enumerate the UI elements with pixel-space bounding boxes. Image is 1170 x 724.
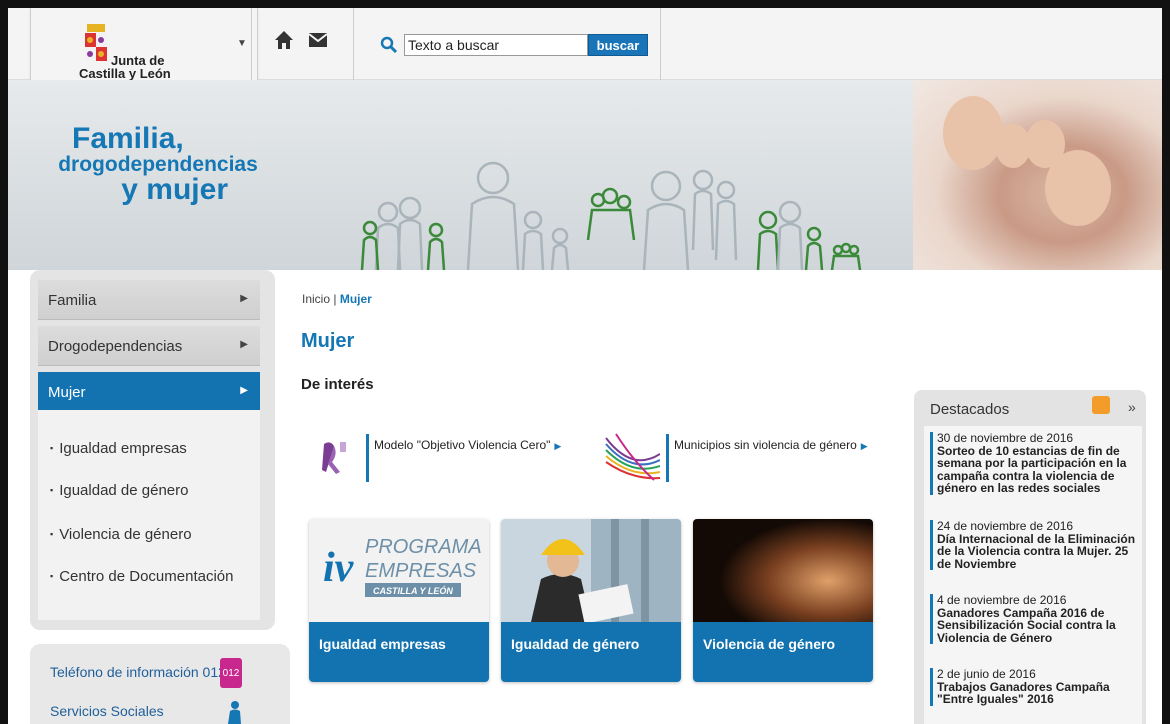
- news-item[interactable]: 4 de noviembre de 2016 Ganadores Campaña…: [930, 594, 1136, 644]
- people-icon[interactable]: [224, 700, 242, 724]
- rss-icon[interactable]: [1092, 396, 1110, 414]
- chevron-right-icon: ▶: [860, 441, 868, 451]
- interest-link-text: Municipios sin violencia de género: [674, 438, 857, 452]
- programa-empresas-image: PROGRAMA EMPRESAS iv CASTILLA Y LEÓN: [309, 519, 489, 622]
- woman-face-photo: [693, 519, 873, 622]
- chevron-right-icon: ▶: [240, 293, 248, 304]
- top-bar: Junta de Castilla y León ▼ buscar: [8, 8, 1162, 104]
- photo-face: [943, 96, 1003, 170]
- news-date: 4 de noviembre de 2016: [937, 593, 1067, 607]
- news-date: 2 de junio de 2016: [937, 667, 1036, 681]
- search-button[interactable]: buscar: [588, 34, 648, 56]
- news-item[interactable]: 30 de noviembre de 2016 Sorteo de 10 est…: [930, 432, 1136, 495]
- destacados-panel: Destacados » 30 de noviembre de 2016 Sor…: [914, 390, 1146, 724]
- ribbon-logo-icon: [322, 442, 346, 474]
- search-input[interactable]: [404, 34, 588, 56]
- chevron-right-icon: ▶: [554, 441, 562, 451]
- sidebar-subnav: Igualdad empresas Igualdad de género Vio…: [38, 410, 260, 620]
- telefono-012-link[interactable]: Teléfono de información 012: [50, 664, 226, 680]
- woman-helmet-photo: [501, 519, 681, 622]
- divider: [251, 8, 252, 80]
- breadcrumb: Inicio | Mujer: [302, 292, 372, 306]
- page-title: Mujer: [301, 330, 355, 352]
- interest-link-label: Municipios sin violencia de género ▶: [674, 438, 868, 452]
- divider: [353, 8, 354, 80]
- card-label: Igualdad empresas: [309, 622, 489, 682]
- more-icon[interactable]: »: [1128, 399, 1136, 415]
- banner-title-line3: y mujer: [121, 173, 228, 206]
- logo-line2: Castilla y León: [79, 66, 171, 81]
- search-icon: [380, 36, 398, 54]
- sidebar-item-mujer[interactable]: Mujer ▶: [38, 372, 260, 412]
- image-text: CASTILLA Y LEÓN: [373, 585, 453, 596]
- section-title: De interés: [301, 376, 374, 393]
- sidebar-item-drogodependencias[interactable]: Drogodependencias ▶: [38, 326, 260, 366]
- card-violencia-genero[interactable]: Violencia de género: [693, 519, 873, 682]
- phone-012-icon[interactable]: 012: [220, 658, 242, 688]
- subnav-item-violencia-genero[interactable]: Violencia de género: [50, 526, 191, 543]
- breadcrumb-home[interactable]: Inicio: [302, 292, 330, 306]
- rainbow-lines-icon: [605, 433, 660, 481]
- interest-link-label: Modelo "Objetivo Violencia Cero" ▶: [374, 438, 561, 452]
- breadcrumb-separator: |: [333, 292, 337, 306]
- card-label: Igualdad de género: [501, 622, 681, 682]
- banner-title: Familia, drogodependencias y mujer: [58, 122, 258, 206]
- svg-text:iv: iv: [323, 545, 355, 591]
- card-igualdad-genero[interactable]: Igualdad de género: [501, 519, 681, 682]
- sidebar-nav: Familia ▶ Drogodependencias ▶ Mujer ▶ Ig…: [30, 270, 275, 630]
- destacados-title: Destacados: [930, 401, 1010, 418]
- image-text: PROGRAMA: [365, 536, 482, 558]
- card-label: Violencia de género: [693, 622, 873, 682]
- chevron-down-icon[interactable]: ▼: [237, 38, 247, 49]
- news-date: 24 de noviembre de 2016: [937, 519, 1074, 533]
- servicios-sociales-link[interactable]: Servicios Sociales: [50, 703, 164, 719]
- mail-icon[interactable]: [308, 32, 328, 48]
- family-figures-illustration: [360, 161, 862, 270]
- chevron-right-icon: ▶: [240, 339, 248, 350]
- image-text: EMPRESAS: [365, 560, 477, 582]
- banner-title-line1: Familia,: [72, 122, 184, 155]
- sidebar-item-label: Drogodependencias: [48, 338, 183, 355]
- subnav-item-igualdad-genero[interactable]: Igualdad de género: [50, 482, 188, 499]
- news-item[interactable]: 2 de junio de 2016 Trabajos Ganadores Ca…: [930, 668, 1136, 706]
- subnav-item-igualdad-empresas[interactable]: Igualdad empresas: [50, 440, 187, 457]
- news-item[interactable]: 24 de noviembre de 2016 Día Internaciona…: [930, 520, 1136, 570]
- family-photo: [913, 80, 1162, 270]
- news-headline: Sorteo de 10 estancias de fin de semana …: [937, 443, 1127, 495]
- chevron-right-icon: ▶: [240, 385, 248, 396]
- interest-link-municipios[interactable]: Municipios sin violencia de género ▶: [604, 432, 894, 482]
- sidebar-item-familia[interactable]: Familia ▶: [38, 280, 260, 320]
- divider: [660, 8, 661, 80]
- interest-link-text: Modelo "Objetivo Violencia Cero": [374, 438, 551, 452]
- destacados-list: 30 de noviembre de 2016 Sorteo de 10 est…: [924, 426, 1142, 724]
- news-date: 30 de noviembre de 2016: [937, 431, 1074, 445]
- news-headline: Trabajos Ganadores Campaña "Entre Iguale…: [937, 679, 1110, 706]
- breadcrumb-current: Mujer: [339, 292, 372, 306]
- news-headline: Ganadores Campaña 2016 de Sensibilizació…: [937, 605, 1116, 645]
- news-headline: Día Internacional de la Eliminación de l…: [937, 531, 1136, 571]
- interest-link-violencia-cero[interactable]: Modelo "Objetivo Violencia Cero" ▶: [304, 432, 594, 482]
- photo-face: [1045, 150, 1111, 226]
- subnav-item-centro-documentacion[interactable]: Centro de Documentación: [50, 568, 233, 585]
- home-icon[interactable]: [274, 30, 294, 50]
- sidebar-links-box: Teléfono de información 012 012 Servicio…: [30, 644, 290, 724]
- card-igualdad-empresas[interactable]: PROGRAMA EMPRESAS iv CASTILLA Y LEÓN Igu…: [309, 519, 489, 682]
- banner: Familia, drogodependencias y mujer: [8, 80, 1162, 270]
- sidebar-item-label: Mujer: [48, 384, 86, 401]
- sidebar-item-label: Familia: [48, 292, 97, 309]
- link-bar: [366, 434, 369, 482]
- link-bar: [666, 434, 669, 482]
- logo-text: Junta de Castilla y León: [79, 54, 171, 80]
